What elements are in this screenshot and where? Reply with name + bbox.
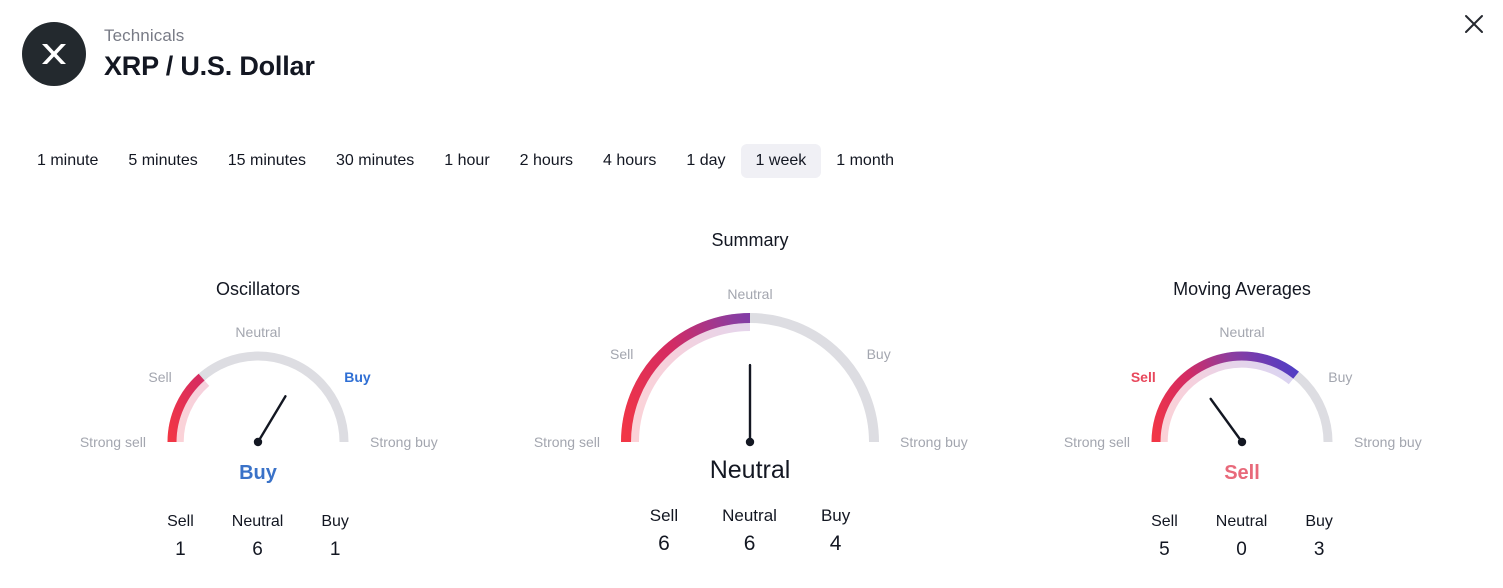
timeframe-tabs: 1 minute 5 minutes 15 minutes 30 minutes 1 h… [22, 144, 909, 178]
count-label: Sell [649, 506, 679, 525]
header-titles: Technicals XRP / U.S. Dollar [104, 25, 315, 83]
gauge-scale-label-neutral: Neutral [727, 286, 773, 302]
gauge-verdict: Sell [1224, 462, 1260, 484]
gauge-track [1151, 351, 1333, 443]
gauge-scale-label-strong-buy: Strong buy [1354, 434, 1422, 450]
widget-header: Technicals XRP / U.S. Dollar [22, 22, 315, 86]
gauge-dial: Strong sell Sell Neutral Buy Strong buy [58, 200, 458, 500]
gauge-count-buy: Buy 1 [321, 512, 349, 562]
gauge-needle [256, 395, 287, 444]
gauge-scale-label-strong-sell: Strong sell [79, 434, 146, 450]
gauge-scale-label-strong-sell: Strong sell [533, 434, 600, 450]
gauge-counts: Sell 1 Neutral 6 Buy 1 [58, 512, 458, 562]
gauge-value-arc-glow [630, 322, 751, 443]
count-value: 6 [252, 539, 263, 560]
count-value: 1 [175, 539, 186, 560]
count-value: 4 [829, 532, 842, 555]
gauge-scale-label-buy: Buy [866, 346, 891, 363]
gauge-value-arc [621, 313, 751, 443]
count-value: 6 [658, 532, 670, 555]
timeframe-tab-4-hours[interactable]: 4 hours [588, 144, 671, 178]
gauge-count-neutral: Neutral 6 [722, 506, 777, 556]
gauge-verdict: Buy [239, 462, 277, 484]
gauge-scale-label-buy: Buy [344, 369, 371, 385]
gauge-scale-label-strong-buy: Strong buy [370, 434, 438, 450]
gauge-counts: Sell 5 Neutral 0 Buy 3 [1042, 512, 1442, 562]
timeframe-tab-1-minute[interactable]: 1 minute [22, 144, 113, 178]
gauge-scale-label-sell: Sell [1130, 369, 1156, 385]
gauge-needle [1209, 397, 1244, 444]
gauge-scale-label-sell: Sell [610, 346, 634, 363]
timeframe-tab-1-hour[interactable]: 1 hour [429, 144, 504, 178]
timeframe-tab-30-minutes[interactable]: 30 minutes [321, 144, 429, 178]
gauge-count-sell: Sell 5 [1151, 512, 1178, 562]
count-label: Neutral [722, 506, 777, 525]
count-label: Buy [321, 513, 349, 530]
gauge-scale-label-strong-buy: Strong buy [900, 434, 968, 450]
gauges-row: Oscillators Strong sell Sell Neutral Buy Stro… [0, 200, 1503, 588]
gauge-needle-hub [253, 437, 263, 447]
count-value: 3 [1313, 539, 1325, 560]
gauge-count-neutral: Neutral 6 [232, 512, 284, 562]
count-label: Neutral [231, 513, 284, 530]
close-icon [1463, 13, 1485, 35]
gauge-dial: Strong sell Sell Neutral Buy Strong buy [534, 200, 968, 500]
count-label: Sell [1151, 513, 1178, 530]
count-label: Neutral [1215, 513, 1268, 530]
widget-eyebrow: Technicals [104, 26, 185, 45]
gauge-scale-label-neutral: Neutral [1219, 324, 1265, 340]
timeframe-tab-2-hours[interactable]: 2 hours [505, 144, 588, 178]
timeframe-tab-1-week[interactable]: 1 week [740, 144, 822, 178]
gauge-scale-label-neutral: Neutral [235, 324, 281, 340]
count-value: 6 [743, 532, 756, 555]
count-label: Buy [820, 506, 851, 525]
gauge-verdict: Neutral [709, 456, 791, 484]
gauge-dial: Strong sell Sell Neutral Buy Strong buy [1042, 200, 1442, 500]
timeframe-tab-5-minutes[interactable]: 5 minutes [113, 144, 212, 178]
gauge-needle-hub [1237, 437, 1247, 447]
gauge-count-neutral: Neutral 0 [1216, 512, 1268, 562]
technicals-widget: Technicals XRP / U.S. Dollar 1 minute 5 m… [0, 0, 1503, 588]
count-label: Buy [1305, 513, 1333, 530]
timeframe-tab-1-day[interactable]: 1 day [671, 144, 740, 178]
gauge-count-sell: Sell 1 [167, 512, 194, 562]
gauge-needle-hub [745, 437, 755, 447]
timeframe-tab-15-minutes[interactable]: 15 minutes [213, 144, 321, 178]
close-button[interactable] [1459, 9, 1489, 39]
page-title: XRP / U.S. Dollar [104, 51, 315, 81]
gauge-scale-label-sell: Sell [148, 369, 172, 385]
gauge-counts: Sell 6 Neutral 6 Buy 4 [550, 506, 950, 556]
gauge-count-sell: Sell 6 [650, 506, 678, 556]
gauge-scale-label-buy: Buy [1328, 369, 1353, 385]
gauge-scale-label-strong-sell: Strong sell [1063, 434, 1130, 450]
xrp-logo-icon [22, 22, 86, 86]
count-value: 0 [1236, 539, 1247, 560]
gauge-track [167, 351, 349, 443]
gauge-count-buy: Buy 3 [1305, 512, 1333, 562]
count-label: Sell [167, 513, 194, 530]
timeframe-tab-1-month[interactable]: 1 month [821, 144, 909, 178]
gauge-count-buy: Buy 4 [821, 506, 850, 556]
count-value: 5 [1159, 539, 1170, 560]
count-value: 1 [329, 539, 341, 560]
